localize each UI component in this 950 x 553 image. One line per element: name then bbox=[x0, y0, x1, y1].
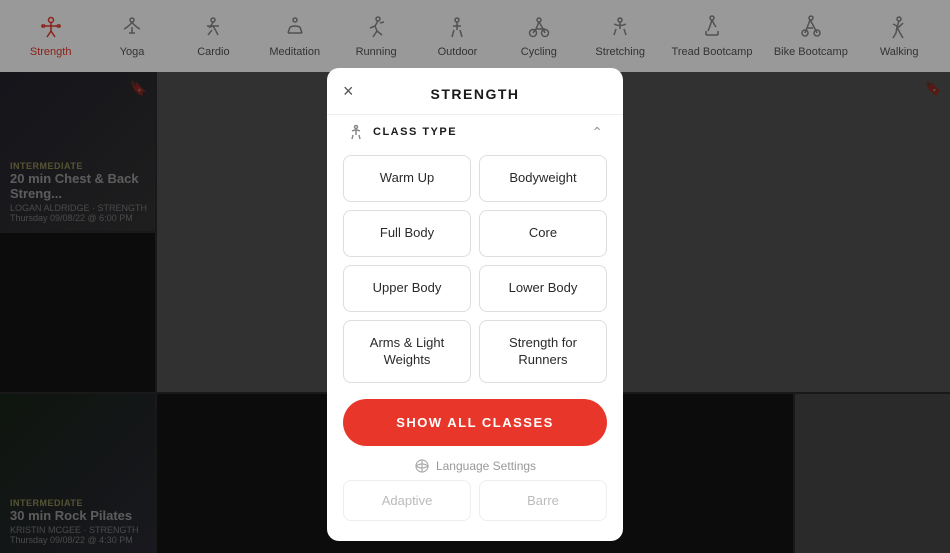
class-btn-full-body[interactable]: Full Body bbox=[343, 210, 471, 257]
faded-class-options: Adaptive Barre bbox=[327, 474, 623, 525]
class-btn-bodyweight[interactable]: Bodyweight bbox=[479, 155, 607, 202]
language-settings-icon bbox=[414, 458, 430, 474]
class-type-section-header: CLASS TYPE ⌃ bbox=[327, 114, 623, 151]
language-settings-label: Language Settings bbox=[436, 459, 536, 473]
language-settings-row[interactable]: Language Settings bbox=[327, 454, 623, 474]
show-all-classes-button[interactable]: SHOW ALL CLASSES bbox=[343, 399, 607, 446]
class-btn-lower-body[interactable]: Lower Body bbox=[479, 265, 607, 312]
class-btn-strength-runners[interactable]: Strength for Runners bbox=[479, 320, 607, 384]
class-btn-core[interactable]: Core bbox=[479, 210, 607, 257]
section-chevron-icon[interactable]: ⌃ bbox=[591, 124, 603, 141]
class-type-icon bbox=[347, 123, 365, 141]
modal-header: × STRENGTH bbox=[327, 68, 623, 114]
section-header-left: CLASS TYPE bbox=[347, 123, 457, 141]
class-btn-warm-up[interactable]: Warm Up bbox=[343, 155, 471, 202]
modal-title: STRENGTH bbox=[431, 86, 520, 102]
modal-close-button[interactable]: × bbox=[343, 82, 354, 100]
class-btn-arms-light[interactable]: Arms & Light Weights bbox=[343, 320, 471, 384]
class-btn-upper-body[interactable]: Upper Body bbox=[343, 265, 471, 312]
faded-btn-adaptive: Adaptive bbox=[343, 480, 471, 521]
faded-btn-barre: Barre bbox=[479, 480, 607, 521]
class-type-grid: Warm Up Bodyweight Full Body Core Upper … bbox=[327, 151, 623, 395]
class-type-label: CLASS TYPE bbox=[373, 126, 457, 138]
strength-filter-modal: × STRENGTH CLASS TYPE ⌃ Warm Up Bodyweig… bbox=[327, 68, 623, 541]
